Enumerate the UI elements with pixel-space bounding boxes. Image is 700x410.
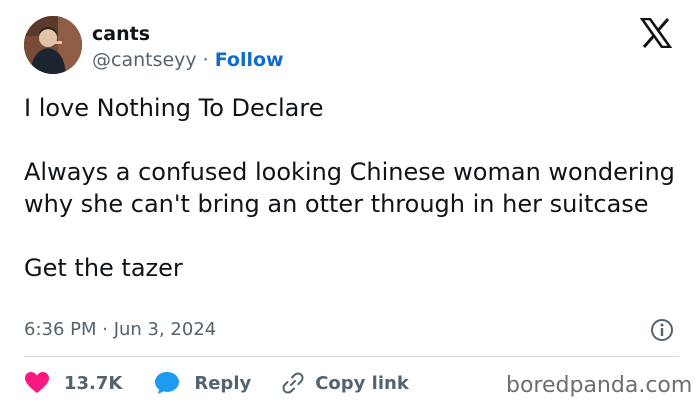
- link-icon: [282, 372, 304, 394]
- watermark: boredpanda.com: [506, 373, 693, 398]
- copy-link-button[interactable]: Copy link: [281, 371, 409, 395]
- divider: [24, 356, 679, 357]
- copy-link-label: Copy link: [315, 372, 409, 394]
- like-count: 13.7K: [64, 372, 123, 394]
- author-handle[interactable]: @cantseyy: [92, 49, 197, 71]
- tweet-card: cants @cantseyy · Follow I love Nothing To…: [0, 0, 700, 410]
- follow-button[interactable]: Follow: [215, 49, 284, 71]
- author-subline: @cantseyy · Follow: [92, 48, 284, 72]
- x-logo-icon[interactable]: [640, 18, 672, 48]
- reply-label: Reply: [194, 372, 252, 394]
- heart-icon: [25, 372, 49, 393]
- like-button[interactable]: 13.7K: [24, 371, 154, 395]
- tweet-paragraph: Get the tazer: [24, 254, 183, 282]
- author-name[interactable]: cants: [92, 22, 150, 46]
- info-icon[interactable]: [650, 318, 674, 342]
- reply-button[interactable]: Reply: [154, 371, 281, 395]
- separator-dot: ·: [202, 49, 209, 71]
- avatar[interactable]: [24, 16, 82, 74]
- tweet-paragraph: Always a confused looking Chinese woman …: [24, 158, 675, 218]
- action-bar: 13.7K Reply Copy link: [24, 368, 409, 398]
- tweet-timestamp[interactable]: 6:36 PM · Jun 3, 2024: [24, 318, 216, 342]
- tweet-paragraph: I love Nothing To Declare: [24, 94, 324, 122]
- tweet-text: I love Nothing To Declare Always a confu…: [24, 92, 684, 284]
- speech-bubble-icon: [155, 372, 180, 394]
